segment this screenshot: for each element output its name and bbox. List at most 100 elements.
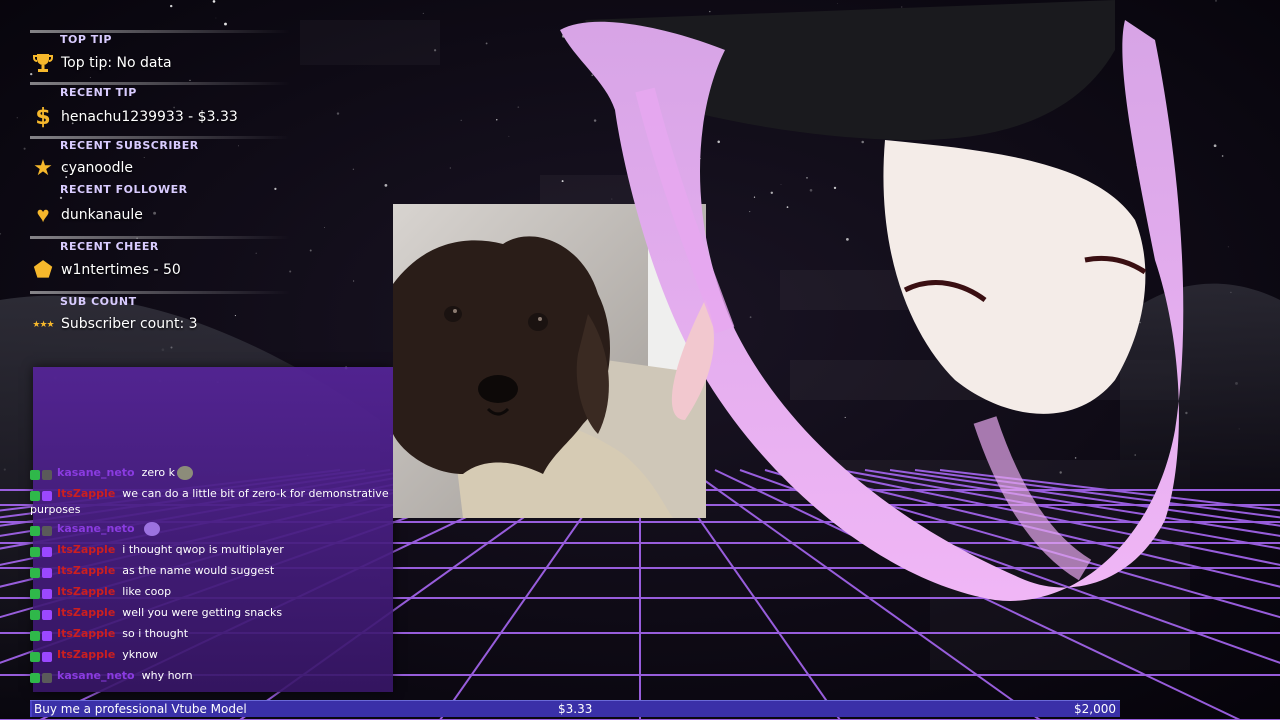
top-tip-value: Top tip: No data (61, 55, 172, 71)
donation-goal-bar: Buy me a professional Vtube Model $3.33 … (30, 700, 1120, 717)
star (23, 147, 26, 150)
chat-username[interactable]: ItsZapple (57, 585, 115, 598)
goal-target-amount: $2,000 (1074, 702, 1116, 716)
vtuber-avatar (560, 0, 1184, 601)
chat-message: ItsZapple so i thought (30, 627, 390, 643)
verified-badge-icon (30, 631, 40, 641)
heart-icon: ♥ (36, 202, 50, 227)
star (1215, 0, 1217, 2)
chat-text: so i thought (122, 627, 189, 640)
chat-text: i thought qwop is multiplayer (122, 543, 284, 556)
sub-badge-icon (42, 631, 52, 641)
sub-badge-icon (42, 491, 52, 501)
divider (30, 291, 290, 294)
verified-badge-icon (30, 526, 40, 536)
trophy-icon (30, 50, 56, 76)
chat-badges (30, 629, 54, 643)
star (496, 119, 498, 121)
chat-badges (30, 545, 54, 559)
chat-username[interactable]: ItsZapple (57, 606, 115, 619)
star (324, 227, 325, 229)
verified-badge-icon (30, 568, 40, 578)
bits-badge-icon (42, 673, 52, 683)
dollar-icon: $ (35, 104, 51, 130)
chat-badges (30, 587, 54, 601)
star (289, 270, 292, 273)
verified-badge-icon (30, 589, 40, 599)
star (1221, 155, 1224, 157)
chat-username[interactable]: kasane_neto (57, 522, 135, 535)
star (143, 157, 145, 158)
top-tip-label: TOP TIP (60, 33, 112, 46)
chat-badges (30, 671, 54, 685)
chat-username[interactable]: ItsZapple (57, 543, 115, 556)
chat-badges (30, 566, 54, 580)
recent-cheer-label: RECENT CHEER (60, 240, 159, 253)
recent-subscriber-label: RECENT SUBSCRIBER (60, 139, 199, 152)
verified-badge-icon (30, 610, 40, 620)
star (517, 106, 520, 108)
star (215, 17, 217, 19)
sub-badge-icon (42, 652, 52, 662)
verified-badge-icon (30, 470, 40, 480)
star (234, 315, 236, 317)
recent-follower-value: dunkanaule (61, 207, 143, 223)
bits-badge-icon (42, 470, 52, 480)
chat-username[interactable]: ItsZapple (57, 648, 115, 661)
gem-icon: ⬟ (33, 257, 53, 282)
star (485, 42, 488, 45)
chat-badges (30, 524, 54, 538)
chat-message: ItsZapple yknow (30, 648, 390, 664)
star (89, 77, 91, 78)
sub-badge-icon (42, 547, 52, 557)
verified-badge-icon (30, 652, 40, 662)
chat-text: why horn (141, 669, 193, 682)
chat-username[interactable]: kasane_neto (57, 669, 135, 682)
star (508, 135, 510, 137)
chat-message: kasane_neto zero k (30, 466, 390, 482)
star (1213, 144, 1217, 148)
star (449, 167, 451, 169)
recent-tip-value: henachu1239933 - $3.33 (61, 109, 238, 125)
verified-badge-icon (30, 673, 40, 683)
stars-icon: ★★★ (32, 318, 54, 329)
verified-badge-icon (30, 547, 40, 557)
chat-username[interactable]: ItsZapple (57, 627, 115, 640)
star (353, 280, 355, 282)
chat-message: kasane_neto why horn (30, 669, 390, 685)
star (384, 184, 388, 187)
chat-message: ItsZapple as the name would suggest (30, 564, 390, 580)
chat-message: ItsZapple i thought qwop is multiplayer (30, 543, 390, 559)
chat-text: zero k (141, 466, 176, 479)
star (224, 22, 227, 26)
recent-subscriber-value: cyanoodle (61, 160, 133, 176)
star (238, 145, 239, 147)
chat-text: well you were getting snacks (122, 606, 283, 619)
star (352, 168, 355, 170)
goal-title: Buy me a professional Vtube Model (34, 702, 247, 716)
star (1227, 246, 1229, 248)
chat-username[interactable]: kasane_neto (57, 466, 135, 479)
chat-username[interactable]: ItsZapple (57, 487, 115, 500)
chat-text: yknow (122, 648, 158, 661)
star-icon: ★ (33, 155, 53, 180)
chat-text: as the name would suggest (122, 564, 275, 577)
emote-icon (143, 522, 160, 536)
chat-username[interactable]: ItsZapple (57, 564, 115, 577)
star (59, 196, 63, 200)
chat-badges (30, 489, 54, 503)
sub-count-label: SUB COUNT (60, 295, 137, 308)
chat-message: kasane_neto (30, 522, 390, 538)
chat-message: ItsZapple like coop (30, 585, 390, 601)
star (309, 249, 312, 252)
sub-count-value: Subscriber count: 3 (61, 316, 198, 332)
star (422, 12, 424, 14)
emote-icon (177, 466, 194, 480)
verified-badge-icon (30, 491, 40, 501)
goal-current-amount: $3.33 (558, 702, 593, 716)
chat-message: ItsZapple we can do a little bit of zero-… (30, 487, 390, 517)
star (16, 117, 18, 119)
recent-cheer-value: w1ntertimes - 50 (61, 262, 181, 278)
recent-follower-label: RECENT FOLLOWER (60, 183, 188, 196)
sub-badge-icon (42, 568, 52, 578)
